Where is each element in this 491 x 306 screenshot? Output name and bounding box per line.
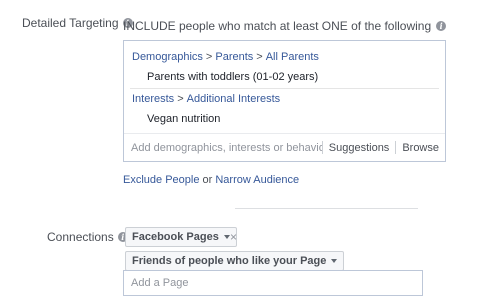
breadcrumb-separator: > (177, 93, 184, 105)
breadcrumb-separator: > (205, 51, 213, 63)
chevron-down-icon (223, 235, 230, 239)
targeting-box: Demographics > Parents > All Parents Parents… (123, 40, 446, 162)
targeting-search-input[interactable] (124, 134, 322, 161)
info-icon[interactable]: i (436, 21, 447, 31)
suggestions-button[interactable]: Suggestions (323, 142, 396, 154)
breadcrumb-all-parents[interactable]: All Parents (266, 51, 319, 63)
close-icon[interactable]: × (230, 230, 237, 244)
include-header: INCLUDE people who match at least ONE of… (123, 19, 447, 33)
connection-subtype-dropdown[interactable]: Friends of people who like your Page (125, 251, 345, 271)
chevron-down-icon (331, 259, 338, 263)
breadcrumb-additional-interests[interactable]: Additional Interests (187, 93, 281, 105)
targeting-search-row: Suggestions Browse (124, 133, 445, 161)
exclude-people-link[interactable]: Exclude People (123, 174, 199, 186)
breadcrumb-parents[interactable]: Parents (215, 51, 253, 63)
connection-type-label: Facebook Pages (132, 231, 219, 243)
add-page-input[interactable] (123, 270, 423, 296)
breadcrumb-separator: > (256, 51, 263, 63)
targeting-panel: Detailed Targeting i INCLUDE people who … (0, 0, 491, 306)
detailed-targeting-label-row: Detailed Targeting i (22, 16, 133, 30)
browse-button[interactable]: Browse (396, 142, 445, 154)
connection-type-dropdown[interactable]: Facebook Pages (125, 227, 237, 247)
selected-item-vegan-nutrition[interactable]: Vegan nutrition (147, 113, 220, 125)
exclude-narrow-links: Exclude People or Narrow Audience (123, 174, 299, 186)
or-text: or (202, 174, 213, 186)
connections-label: Connections (47, 230, 114, 244)
breadcrumb-interests[interactable]: Interests (132, 93, 174, 105)
group-divider (130, 88, 439, 89)
breadcrumb: Interests > Additional Interests (132, 93, 280, 105)
breadcrumb: Demographics > Parents > All Parents (132, 51, 319, 63)
section-divider (235, 208, 418, 209)
detailed-targeting-label: Detailed Targeting (22, 16, 119, 30)
connection-subtype-label: Friends of people who like your Page (132, 255, 327, 267)
connections-label-row: Connections i (47, 230, 128, 244)
include-text: INCLUDE people who match at least ONE of… (123, 19, 432, 33)
narrow-audience-link[interactable]: Narrow Audience (215, 174, 299, 186)
selected-item-parents-toddlers[interactable]: Parents with toddlers (01-02 years) (147, 71, 318, 83)
breadcrumb-demographics[interactable]: Demographics (132, 51, 203, 63)
